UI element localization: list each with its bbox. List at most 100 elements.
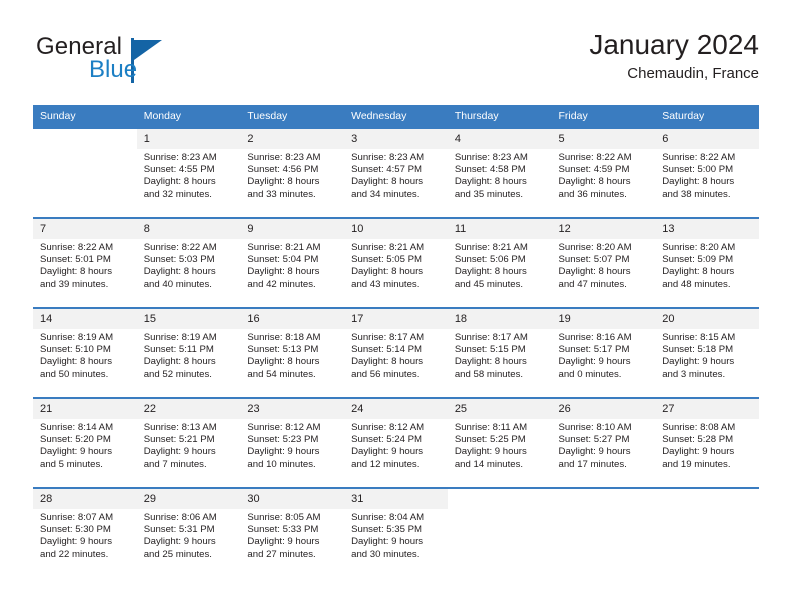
- daylight-text-line1: Daylight: 8 hours: [351, 266, 424, 278]
- sunrise-text: Sunrise: 8:22 AM: [40, 242, 114, 253]
- sunset-text: Sunset: 5:27 PM: [558, 434, 630, 446]
- calendar-page: General Blue January 2024 Chemaudin, Fra…: [0, 0, 792, 612]
- calendar-day-cell[interactable]: 8 Sunrise: 8:22 AM Sunset: 5:03 PM Daylight…: [136, 217, 241, 307]
- calendar-day-cell[interactable]: 3 Sunrise: 8:23 AM Sunset: 4:57 PM Daylight…: [344, 127, 448, 217]
- sunrise-text: Sunrise: 8:20 AM: [662, 242, 736, 253]
- day-cell-inner: 24 Sunrise: 8:12 AM Sunset: 5:24 PM Dayligh…: [344, 397, 448, 487]
- day-cell-inner: 18 Sunrise: 8:17 AM Sunset: 5:15 PM Dayligh…: [447, 307, 552, 397]
- calendar-day-cell[interactable]: 6 Sunrise: 8:22 AM Sunset: 5:00 PM Daylight…: [655, 127, 759, 217]
- calendar-day-cell: [655, 487, 759, 577]
- calendar-day-cell[interactable]: 7 Sunrise: 8:22 AM Sunset: 5:01 PM Daylight…: [33, 217, 137, 307]
- calendar-day-cell[interactable]: 1 Sunrise: 8:23 AM Sunset: 4:55 PM Daylight…: [136, 127, 241, 217]
- calendar-day-cell[interactable]: 13 Sunrise: 8:20 AM Sunset: 5:09 PM Dayligh…: [655, 217, 759, 307]
- daylight-text-line1: Daylight: 8 hours: [454, 176, 527, 188]
- daylight-text-line2: and 5 minutes.: [40, 458, 103, 470]
- day-number: 28: [33, 489, 137, 509]
- sunrise-text: Sunrise: 8:14 AM: [40, 422, 114, 433]
- day-details: Sunrise: 8:20 AM Sunset: 5:09 PM Daylight:…: [655, 239, 759, 291]
- calendar-day-cell[interactable]: 18 Sunrise: 8:17 AM Sunset: 5:15 PM Dayligh…: [447, 307, 552, 397]
- daylight-text-line1: Daylight: 9 hours: [662, 446, 735, 458]
- sunrise-text: Sunrise: 8:19 AM: [143, 332, 217, 343]
- calendar-day-cell: [33, 127, 137, 217]
- daylight-text-line2: and 47 minutes.: [558, 278, 627, 290]
- calendar-day-cell[interactable]: 20 Sunrise: 8:15 AM Sunset: 5:18 PM Dayligh…: [655, 307, 759, 397]
- calendar-day-cell[interactable]: 15 Sunrise: 8:19 AM Sunset: 5:11 PM Dayligh…: [136, 307, 241, 397]
- day-details: Sunrise: 8:08 AM Sunset: 5:28 PM Daylight:…: [655, 419, 759, 471]
- day-cell-inner: [33, 127, 137, 217]
- day-cell-inner: 20 Sunrise: 8:15 AM Sunset: 5:18 PM Dayligh…: [655, 307, 759, 397]
- daylight-text-line2: and 30 minutes.: [351, 548, 420, 560]
- calendar-day-cell[interactable]: 2 Sunrise: 8:23 AM Sunset: 4:56 PM Daylight…: [240, 127, 345, 217]
- sunrise-text: Sunrise: 8:05 AM: [247, 512, 321, 523]
- title-block: January 2024 Chemaudin, France: [589, 28, 759, 84]
- calendar-day-cell[interactable]: 27 Sunrise: 8:08 AM Sunset: 5:28 PM Dayligh…: [655, 397, 759, 487]
- weekday-header-sunday: Sunday: [33, 105, 137, 127]
- calendar-day-cell[interactable]: 9 Sunrise: 8:21 AM Sunset: 5:04 PM Daylight…: [240, 217, 345, 307]
- calendar-day-cell[interactable]: 21 Sunrise: 8:14 AM Sunset: 5:20 PM Dayligh…: [33, 397, 137, 487]
- daylight-text-line2: and 42 minutes.: [247, 278, 316, 290]
- calendar-day-cell[interactable]: 29 Sunrise: 8:06 AM Sunset: 5:31 PM Dayligh…: [136, 487, 241, 577]
- daylight-text-line2: and 48 minutes.: [662, 278, 731, 290]
- calendar-day-cell[interactable]: 22 Sunrise: 8:13 AM Sunset: 5:21 PM Dayligh…: [136, 397, 241, 487]
- day-cell-inner: [447, 487, 552, 577]
- calendar-week-row: 28 Sunrise: 8:07 AM Sunset: 5:30 PM Dayligh…: [33, 487, 759, 577]
- sunrise-text: Sunrise: 8:06 AM: [143, 512, 217, 523]
- sunset-text: Sunset: 5:21 PM: [143, 434, 215, 446]
- calendar-day-cell[interactable]: 26 Sunrise: 8:10 AM Sunset: 5:27 PM Dayligh…: [551, 397, 656, 487]
- sunrise-text: Sunrise: 8:23 AM: [143, 152, 217, 163]
- calendar-day-cell[interactable]: 12 Sunrise: 8:20 AM Sunset: 5:07 PM Dayligh…: [551, 217, 656, 307]
- brand-logo[interactable]: General Blue: [33, 28, 263, 90]
- daylight-text-line1: Daylight: 9 hours: [662, 356, 735, 368]
- day-cell-inner: 31 Sunrise: 8:04 AM Sunset: 5:35 PM Dayligh…: [344, 487, 448, 577]
- calendar-day-cell[interactable]: 19 Sunrise: 8:16 AM Sunset: 5:17 PM Dayligh…: [551, 307, 656, 397]
- calendar-day-cell[interactable]: 10 Sunrise: 8:21 AM Sunset: 5:05 PM Dayligh…: [344, 217, 448, 307]
- daylight-text-line2: and 54 minutes.: [247, 368, 316, 380]
- daylight-text-line2: and 27 minutes.: [247, 548, 316, 560]
- sunset-text: Sunset: 4:58 PM: [454, 164, 526, 176]
- day-number: 15: [136, 309, 241, 329]
- day-number: [551, 489, 656, 509]
- day-cell-inner: 5 Sunrise: 8:22 AM Sunset: 4:59 PM Daylight…: [551, 127, 656, 217]
- day-cell-inner: 30 Sunrise: 8:05 AM Sunset: 5:33 PM Dayligh…: [240, 487, 345, 577]
- day-cell-inner: 2 Sunrise: 8:23 AM Sunset: 4:56 PM Daylight…: [240, 127, 345, 217]
- calendar-body: 1 Sunrise: 8:23 AM Sunset: 4:55 PM Daylight…: [33, 127, 759, 577]
- calendar-day-cell[interactable]: 11 Sunrise: 8:21 AM Sunset: 5:06 PM Dayligh…: [447, 217, 552, 307]
- calendar-day-cell[interactable]: 30 Sunrise: 8:05 AM Sunset: 5:33 PM Dayligh…: [240, 487, 345, 577]
- daylight-text-line1: Daylight: 8 hours: [143, 266, 216, 278]
- calendar-day-cell[interactable]: 14 Sunrise: 8:19 AM Sunset: 5:10 PM Dayligh…: [33, 307, 137, 397]
- day-number: 11: [447, 219, 552, 239]
- sunrise-text: Sunrise: 8:11 AM: [454, 422, 528, 433]
- calendar-day-cell[interactable]: 5 Sunrise: 8:22 AM Sunset: 4:59 PM Daylight…: [551, 127, 656, 217]
- calendar-day-cell[interactable]: 4 Sunrise: 8:23 AM Sunset: 4:58 PM Daylight…: [447, 127, 552, 217]
- day-number: 10: [344, 219, 448, 239]
- calendar-day-cell[interactable]: 28 Sunrise: 8:07 AM Sunset: 5:30 PM Dayligh…: [33, 487, 137, 577]
- daylight-text-line2: and 35 minutes.: [454, 188, 524, 200]
- sunset-text: Sunset: 5:10 PM: [40, 344, 111, 356]
- day-cell-inner: 29 Sunrise: 8:06 AM Sunset: 5:31 PM Dayligh…: [136, 487, 241, 577]
- day-cell-inner: 14 Sunrise: 8:19 AM Sunset: 5:10 PM Dayligh…: [33, 307, 137, 397]
- day-number: 3: [344, 129, 448, 149]
- day-details: Sunrise: 8:22 AM Sunset: 5:00 PM Daylight:…: [655, 149, 759, 201]
- day-number: [447, 489, 552, 509]
- sunset-text: Sunset: 5:06 PM: [454, 254, 526, 266]
- sunset-text: Sunset: 4:59 PM: [558, 164, 630, 176]
- calendar-day-cell[interactable]: 16 Sunrise: 8:18 AM Sunset: 5:13 PM Dayligh…: [240, 307, 345, 397]
- day-details: Sunrise: 8:16 AM Sunset: 5:17 PM Daylight:…: [552, 329, 656, 381]
- calendar-day-cell[interactable]: 25 Sunrise: 8:11 AM Sunset: 5:25 PM Dayligh…: [447, 397, 552, 487]
- calendar-day-cell[interactable]: 17 Sunrise: 8:17 AM Sunset: 5:14 PM Dayligh…: [344, 307, 448, 397]
- daylight-text-line1: Daylight: 8 hours: [143, 176, 216, 188]
- day-number: 22: [136, 399, 241, 419]
- page-title: January 2024: [589, 29, 759, 60]
- sunrise-text: Sunrise: 8:10 AM: [558, 422, 632, 433]
- calendar-day-cell[interactable]: 23 Sunrise: 8:12 AM Sunset: 5:23 PM Dayligh…: [240, 397, 345, 487]
- daylight-text-line2: and 52 minutes.: [143, 368, 212, 380]
- calendar-day-cell[interactable]: 31 Sunrise: 8:04 AM Sunset: 5:35 PM Dayligh…: [344, 487, 448, 577]
- day-cell-inner: 8 Sunrise: 8:22 AM Sunset: 5:03 PM Daylight…: [136, 217, 241, 307]
- weekday-header-wednesday: Wednesday: [344, 105, 448, 127]
- sunrise-text: Sunrise: 8:22 AM: [662, 152, 736, 163]
- daylight-text-line2: and 17 minutes.: [558, 458, 627, 470]
- sunrise-text: Sunrise: 8:22 AM: [558, 152, 632, 163]
- calendar-day-cell[interactable]: 24 Sunrise: 8:12 AM Sunset: 5:24 PM Dayligh…: [344, 397, 448, 487]
- daylight-text-line1: Daylight: 8 hours: [454, 266, 527, 278]
- day-cell-inner: 7 Sunrise: 8:22 AM Sunset: 5:01 PM Daylight…: [33, 217, 137, 307]
